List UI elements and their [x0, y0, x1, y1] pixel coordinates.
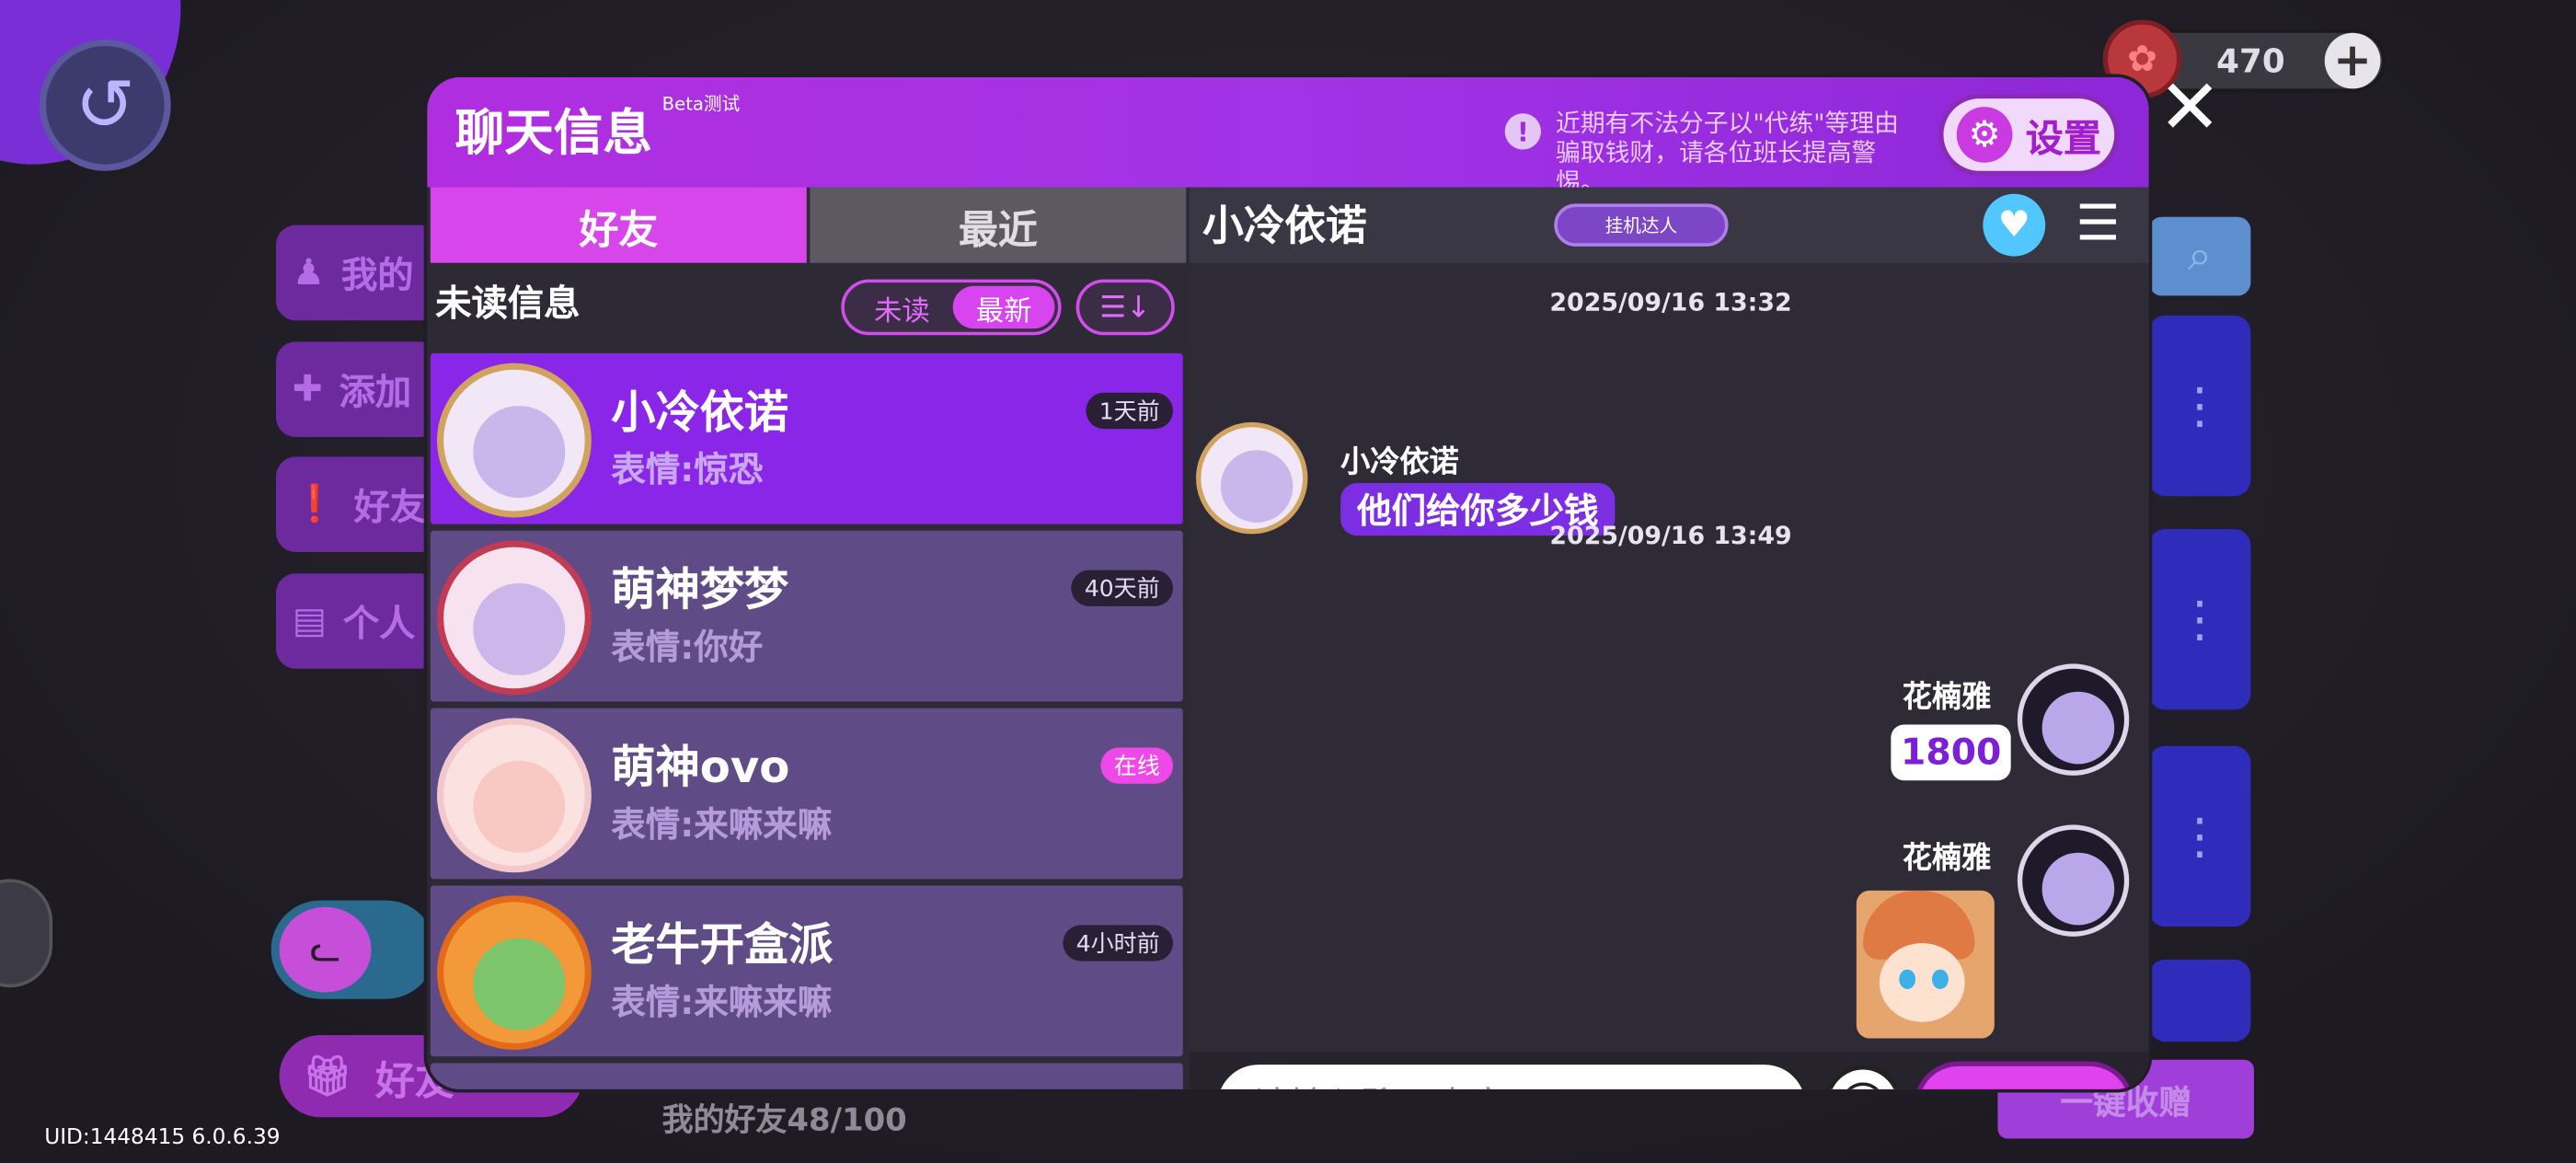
filter-unread[interactable]: 未读 [851, 286, 953, 328]
chat-header: 小冷依诺 挂机达人 ♥ ☰ [1189, 187, 2149, 263]
sort-icon: ☰↓ [1099, 290, 1152, 325]
friend-name: 老牛开盒派 [611, 919, 834, 972]
chat-input[interactable] [1217, 1065, 1806, 1089]
more-icon: ⋮ [2175, 590, 2225, 649]
avatar [436, 895, 592, 1051]
smiley-icon: ☺ [1837, 1077, 1889, 1089]
gift-icon: 🎁︎ [302, 1053, 352, 1100]
menu-button[interactable]: ☰ [2070, 195, 2126, 253]
avatar[interactable] [1195, 421, 1308, 535]
cat-icon[interactable]: ᓚ [279, 906, 372, 993]
close-icon: ✕ [2157, 62, 2222, 152]
message-sender: 花楠雅 [1902, 680, 1992, 715]
more-icon: ⋮ [2175, 807, 2225, 866]
side-button-add[interactable]: ✚ 添加 [275, 341, 441, 437]
friend-name: 萌神ovo [611, 743, 790, 794]
friend-name: 萌神梦梦 [611, 565, 789, 616]
message-timestamp: 2025/09/16 13:32 [1549, 287, 1792, 317]
player-avatar[interactable] [0, 879, 53, 988]
friend-count: 我的好友48/100 [661, 1102, 907, 1139]
heart-button[interactable]: ♥ [1983, 193, 2046, 257]
unread-title: 未读信息 [435, 283, 581, 326]
achievement-badge: 挂机达人 [1554, 203, 1729, 247]
friend-time-badge: 40天前 [1071, 570, 1173, 606]
beta-tag: Beta测试 [661, 93, 741, 115]
settings-button[interactable]: ⚙ 设置 [1938, 93, 2120, 177]
right-card[interactable]: ⋮ [2148, 315, 2251, 497]
gear-icon: ⚙ [1956, 107, 2013, 163]
card-icon: ▤ [292, 600, 327, 642]
uid-label: UID:1448415 6.0.6.39 [44, 1125, 281, 1150]
friend-status: 表情:来嘛来嘛 [611, 982, 833, 1022]
warning-icon: ! [1504, 113, 1541, 150]
back-arrow-icon: ↺ [75, 63, 136, 147]
list-icon: ☰ [2076, 195, 2121, 253]
right-card[interactable]: ⋮ [2148, 745, 2251, 927]
more-icon: ⋮ [2175, 376, 2225, 435]
emoji-button[interactable]: ☺ [1823, 1065, 1903, 1089]
input-bar: ☺ 发送 [1189, 1051, 2149, 1089]
add-icon: ✚ [292, 368, 323, 410]
tab-friends[interactable]: 好友 [430, 187, 807, 263]
friend-item[interactable]: 老牛开盒派 表情:来嘛来嘛 4小时前 [430, 885, 1183, 1057]
search-tag[interactable]: ⌕ [2148, 216, 2251, 296]
sticker-image [1856, 890, 1995, 1039]
friend-item[interactable]: 小冷依诺 表情:惊恐 1天前 [430, 352, 1183, 524]
right-card[interactable]: ⋮ [2148, 528, 2251, 710]
side-button-label: 个人 [342, 605, 416, 646]
message-timestamp: 2025/09/16 13:49 [1549, 521, 1792, 551]
settings-label: 设置 [2025, 118, 2101, 161]
chat-partner-name: 小冷依诺 [1202, 202, 1367, 250]
side-button-label: 好友 [353, 488, 427, 529]
side-button-profile[interactable]: ▤ 个人 [275, 573, 441, 669]
friend-status: 表情:来嘛来嘛 [611, 804, 833, 845]
friend-item[interactable]: 萌神ovo 表情:来嘛来嘛 在线 [430, 708, 1183, 880]
side-button-mine[interactable]: ♟ 我的 [275, 225, 441, 321]
friend-name: 小冷依诺 [611, 387, 789, 439]
filter-latest[interactable]: 最新 [952, 285, 1055, 329]
dialog-title: 聊天信息 [454, 105, 652, 163]
avatar [436, 718, 592, 873]
warning-text: 近期有不法分子以"代练"等理由骗取钱财，请各位班长提高警惕。 [1556, 108, 1899, 198]
friend-time-badge: 4小时前 [1063, 925, 1173, 961]
online-badge: 在线 [1100, 747, 1173, 784]
friend-item[interactable] [430, 1063, 1183, 1089]
close-button[interactable]: ✕ [2152, 69, 2227, 144]
send-button[interactable]: 发送 [1914, 1061, 2134, 1089]
side-button-label: 添加 [339, 373, 412, 414]
friend-item[interactable]: 萌神梦梦 表情:你好 40天前 [430, 530, 1183, 702]
person-icon: ♟ [292, 252, 326, 294]
avatar[interactable] [2017, 824, 2130, 937]
back-button[interactable]: ↺ [39, 39, 171, 171]
friend-time-badge: 1天前 [1086, 392, 1173, 430]
heart-icon: ♥ [1997, 204, 2030, 246]
avatar [436, 540, 592, 696]
sort-button[interactable]: ☰↓ [1075, 279, 1175, 336]
message-sender: 花楠雅 [1902, 841, 1992, 876]
avatar[interactable] [2017, 663, 2130, 776]
tab-recent[interactable]: 最近 [810, 187, 1187, 263]
message-bubble: 1800 [1891, 724, 2012, 781]
add-currency-button[interactable]: + [2324, 32, 2381, 89]
chat-panel: 小冷依诺 挂机达人 ♥ ☰ 2025/09/16 13:32 小冷依诺 他们给你… [1189, 187, 2149, 1089]
avatar [436, 363, 592, 518]
side-button-friends[interactable]: ❗ 好友 [275, 456, 441, 552]
friend-status: 表情:你好 [611, 628, 764, 667]
right-card[interactable] [2148, 959, 2251, 1042]
chat-dialog: 聊天信息 Beta测试 ! 近期有不法分子以"代练"等理由骗取钱财，请各位班长提… [423, 74, 2153, 1093]
friend-status: 表情:惊恐 [611, 450, 764, 490]
side-button-label: 我的 [340, 256, 414, 298]
chat-icon: ❗ [292, 483, 338, 525]
message-sender: 小冷依诺 [1340, 444, 1459, 480]
filter-toggle: 未读 最新 [841, 279, 1062, 336]
dialog-header: 聊天信息 Beta测试 ! 近期有不法分子以"代练"等理由骗取钱财，请各位班长提… [427, 76, 2149, 197]
search-icon: ⌕ [2188, 230, 2213, 281]
